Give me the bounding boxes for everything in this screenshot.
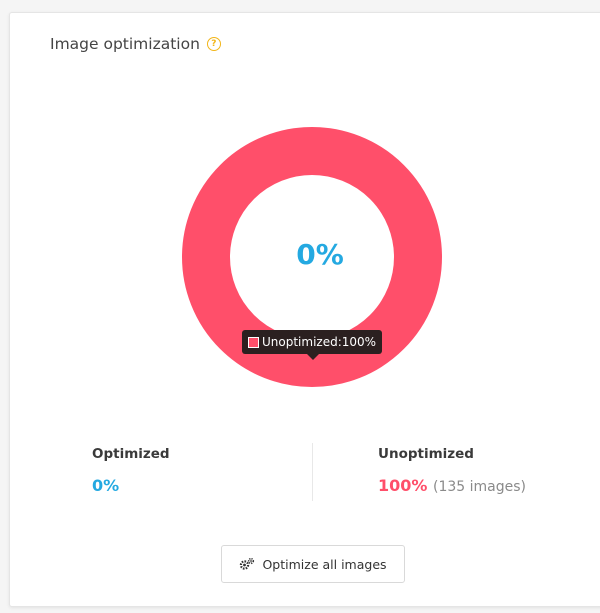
tooltip-swatch [248, 336, 259, 348]
unoptimized-count: (135 images) [433, 479, 527, 495]
chart-tooltip: Unoptimized:100% [242, 330, 383, 360]
optimize-all-images-button[interactable]: Optimize all images [221, 545, 405, 583]
optimize-button-label: Optimize all images [262, 556, 387, 572]
optimized-label: Optimized [92, 446, 170, 462]
tooltip-text: Unoptimized:100% [262, 335, 377, 349]
chart-center-label: 0% [296, 238, 344, 271]
stats-divider [312, 443, 313, 501]
gears-icon [240, 557, 255, 570]
image-optimization-card: Image optimization ? 0% Unoptimized:100%… [9, 12, 600, 607]
tooltip-arrow [307, 354, 319, 360]
unoptimized-value: 100% [378, 476, 428, 495]
donut-chart [182, 127, 442, 387]
unoptimized-stat: 100% (135 images) [378, 476, 526, 495]
unoptimized-label: Unoptimized [378, 446, 474, 462]
optimized-value: 0% [92, 476, 120, 495]
